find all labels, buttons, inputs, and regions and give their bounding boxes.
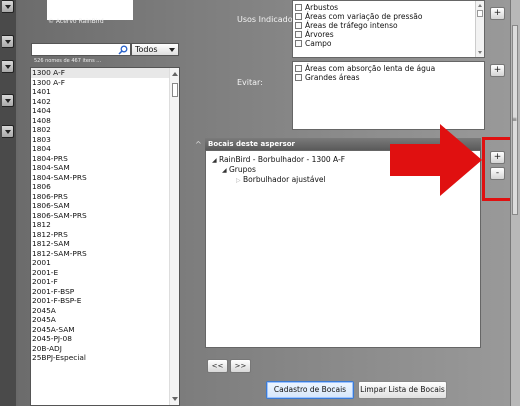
list-item[interactable]: 25BPJ-Especial xyxy=(31,353,179,363)
limpar-lista-button[interactable]: Limpar Lista de Bocais xyxy=(358,381,447,399)
list-item[interactable]: 1812-PRS xyxy=(31,230,179,240)
expanded-triangle-icon[interactable]: ◢ xyxy=(212,157,219,164)
left-dropdown-button-3[interactable] xyxy=(2,60,14,73)
left-dropdown-button-2[interactable] xyxy=(2,35,14,48)
evitar-list[interactable]: Áreas com absorção lenta de água Grandes … xyxy=(292,61,485,130)
filter-select-value: Todos xyxy=(135,45,158,54)
usos-list[interactable]: Arbustos Áreas com variação de pressão Áre… xyxy=(292,0,485,58)
tree-node-leaf[interactable]: ▷ Borbulhador ajustável xyxy=(236,175,326,184)
checkbox-label: Campo xyxy=(305,39,332,48)
filter-select[interactable]: Todos xyxy=(131,43,179,56)
cadastro-bocais-button[interactable]: Cadastro de Bocais xyxy=(266,381,354,399)
list-scrollbar[interactable] xyxy=(169,68,179,405)
evitar-checkbox-item[interactable]: Grandes áreas xyxy=(293,73,484,82)
list-item[interactable]: 1804-SAM-PRS xyxy=(31,173,179,183)
checkbox-label: Árvores xyxy=(305,30,334,39)
add-evitar-button[interactable]: + xyxy=(490,64,505,77)
left-dropdown-button-4[interactable] xyxy=(2,94,14,107)
checkbox-label: Áreas de tráfego intenso xyxy=(305,21,398,30)
list-item[interactable]: 2001-F-BSP-E xyxy=(31,296,179,306)
list-item[interactable]: 1802 xyxy=(31,125,179,135)
list-item[interactable]: 2001-F xyxy=(31,277,179,287)
scroll-thumb[interactable] xyxy=(477,10,483,17)
list-item[interactable]: 1806-SAM xyxy=(31,201,179,211)
list-item[interactable]: 1806-SAM-PRS xyxy=(31,211,179,221)
checkbox[interactable] xyxy=(295,74,302,81)
list-item[interactable]: 1408 xyxy=(31,116,179,126)
red-arrow-icon xyxy=(390,124,482,196)
checkbox[interactable] xyxy=(295,31,302,38)
add-uso-button[interactable]: + xyxy=(490,7,505,20)
list-item[interactable]: 1812-SAM-PRS xyxy=(31,249,179,259)
next-button[interactable]: >> xyxy=(230,359,251,373)
list-item[interactable]: 1804-PRS xyxy=(31,154,179,164)
list-item[interactable]: 20B-ADJ xyxy=(31,344,179,354)
uso-checkbox-item[interactable]: Campo xyxy=(293,39,484,48)
list-item[interactable]: 1804 xyxy=(31,144,179,154)
list-item[interactable]: 2045-PJ-08 xyxy=(31,334,179,344)
list-item[interactable]: 2045A-SAM xyxy=(31,325,179,335)
list-item[interactable]: 1806 xyxy=(31,182,179,192)
usos-label: Usos Indicados: xyxy=(237,15,300,24)
uso-checkbox-item[interactable]: Árvores xyxy=(293,30,484,39)
list-item[interactable]: 2045A xyxy=(31,306,179,316)
checkbox[interactable] xyxy=(295,4,302,11)
checkbox-label: Áreas com variação de pressão xyxy=(305,12,423,21)
scroll-thumb[interactable] xyxy=(172,83,178,97)
evitar-checkbox-item[interactable]: Áreas com absorção lenta de água xyxy=(293,64,484,73)
list-item[interactable]: 2001 xyxy=(31,258,179,268)
checkbox[interactable] xyxy=(295,65,302,72)
tree-node-root-label: RainBird - Borbulhador - 1300 A-F xyxy=(219,155,346,164)
scroll-up-icon[interactable] xyxy=(172,72,178,76)
nozzle-list[interactable]: 1300 A-F 1300 A-F 1401 1402 1404 1408 1802 1803… xyxy=(30,67,180,406)
scroll-up-icon[interactable] xyxy=(478,4,482,7)
scroll-down-icon[interactable] xyxy=(478,51,482,54)
list-item[interactable]: 1404 xyxy=(31,106,179,116)
tree-node-root[interactable]: ◢ RainBird - Borbulhador - 1300 A-F xyxy=(212,155,345,164)
search-input[interactable] xyxy=(31,43,131,56)
list-item[interactable]: 2001-F-BSP xyxy=(31,287,179,297)
checkbox[interactable] xyxy=(295,22,302,29)
tree-node-leaf-label: Borbulhador ajustável xyxy=(243,175,326,184)
grip-icon: ≡ xyxy=(512,116,518,123)
left-dropdown-button-5[interactable] xyxy=(2,125,14,138)
evitar-label: Evitar: xyxy=(237,78,263,87)
list-item[interactable]: 1812-SAM xyxy=(31,239,179,249)
chevron-down-icon xyxy=(169,48,175,52)
list-count: 526 nomes de 467 itens ... xyxy=(34,58,102,64)
list-item[interactable]: 2045A xyxy=(31,315,179,325)
list-item[interactable]: 1300 A-F xyxy=(31,68,179,78)
list-item[interactable]: 1401 xyxy=(31,87,179,97)
search-icon[interactable] xyxy=(118,45,128,55)
list-item[interactable]: 1300 A-F xyxy=(31,78,179,88)
uso-checkbox-item[interactable]: Áreas de tráfego intenso xyxy=(293,21,484,30)
list-item[interactable]: 1803 xyxy=(31,135,179,145)
tree-node-group[interactable]: ◢ Grupos xyxy=(222,165,256,174)
prev-button[interactable]: << xyxy=(207,359,228,373)
uso-checkbox-item[interactable]: Áreas com variação de pressão xyxy=(293,12,484,21)
checkbox-label: Áreas com absorção lenta de água xyxy=(305,64,436,73)
checkbox[interactable] xyxy=(295,13,302,20)
list-item[interactable]: 1812 xyxy=(31,220,179,230)
usos-scrollbar[interactable] xyxy=(475,1,484,57)
list-item[interactable]: 1804-SAM xyxy=(31,163,179,173)
left-dropdown-button-1[interactable] xyxy=(2,0,14,13)
list-item[interactable]: 1402 xyxy=(31,97,179,107)
tree-node-group-label: Grupos xyxy=(229,165,256,174)
uso-checkbox-item[interactable]: Arbustos xyxy=(293,3,484,12)
checkbox[interactable] xyxy=(295,40,302,47)
nozzle-image xyxy=(47,0,133,20)
checkbox-label: Arbustos xyxy=(305,3,339,12)
scroll-down-icon[interactable] xyxy=(172,397,178,401)
collapse-icon[interactable]: ^ xyxy=(195,140,202,149)
collapsed-triangle-icon[interactable]: ▷ xyxy=(236,177,243,184)
list-item[interactable]: 1806-PRS xyxy=(31,192,179,202)
expanded-triangle-icon[interactable]: ◢ xyxy=(222,167,229,174)
list-item[interactable]: 2001-E xyxy=(31,268,179,278)
checkbox-label: Grandes áreas xyxy=(305,73,360,82)
image-caption: © Acervo RainBird xyxy=(48,18,104,25)
